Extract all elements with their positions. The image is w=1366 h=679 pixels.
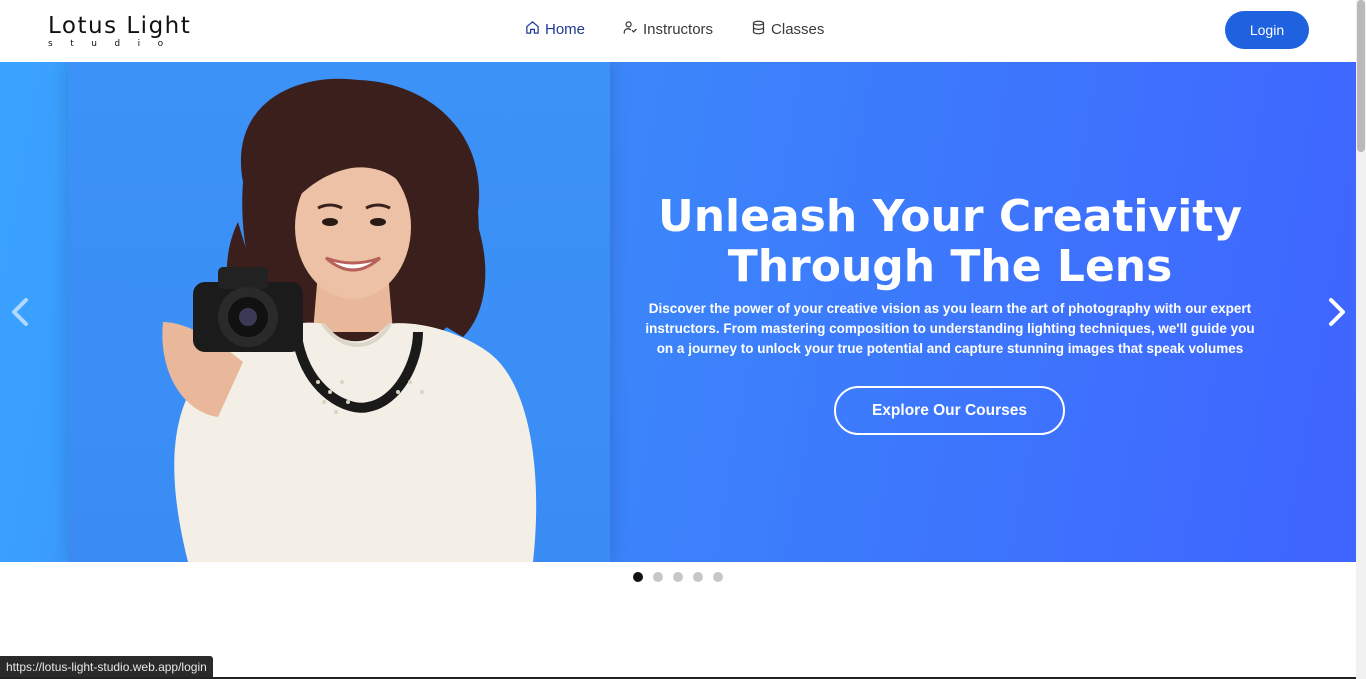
nav-item-instructors[interactable]: Instructors [623,20,713,39]
site-header: Lotus Light studio Home Instructors Clas… [0,0,1356,62]
brand-name: Lotus Light [48,13,192,39]
hero-carousel: Unleash Your Creativity Through The Lens… [0,62,1356,562]
brand-tagline: studio [48,39,181,49]
nav-item-classes[interactable]: Classes [751,20,824,39]
brand-logo[interactable]: Lotus Light studio [48,12,191,49]
status-bar-url: https://lotus-light-studio.web.app/login [0,656,213,678]
carousel-dot[interactable] [693,572,703,582]
chevron-right-icon [1329,298,1345,326]
page-scrollbar[interactable] [1356,0,1366,679]
chevron-left-icon [12,298,28,326]
carousel-next-button[interactable] [1321,294,1351,330]
hero-photo-panel [68,62,610,562]
nav-label-home: Home [545,21,586,38]
carousel-pagination [633,572,723,582]
user-check-icon [623,20,638,39]
carousel-dot[interactable] [633,572,643,582]
photographer-image [162,78,537,562]
carousel-dot[interactable] [673,572,683,582]
main-nav: Home Instructors Classes [525,20,862,39]
explore-courses-button[interactable]: Explore Our Courses [834,386,1065,435]
carousel-prev-button[interactable] [6,294,36,330]
hero-title: Unleash Your Creativity Through The Lens [657,191,1242,292]
database-icon [751,20,766,39]
login-button[interactable]: Login [1225,11,1309,49]
carousel-dot[interactable] [653,572,663,582]
nav-item-home[interactable]: Home [525,20,585,39]
scrollbar-thumb[interactable] [1357,0,1365,152]
nav-label-classes: Classes [771,21,825,38]
hero-description: Discover the power of your creative visi… [645,301,1255,356]
home-icon [525,20,540,39]
nav-label-instructors: Instructors [643,21,714,38]
carousel-dot[interactable] [713,572,723,582]
